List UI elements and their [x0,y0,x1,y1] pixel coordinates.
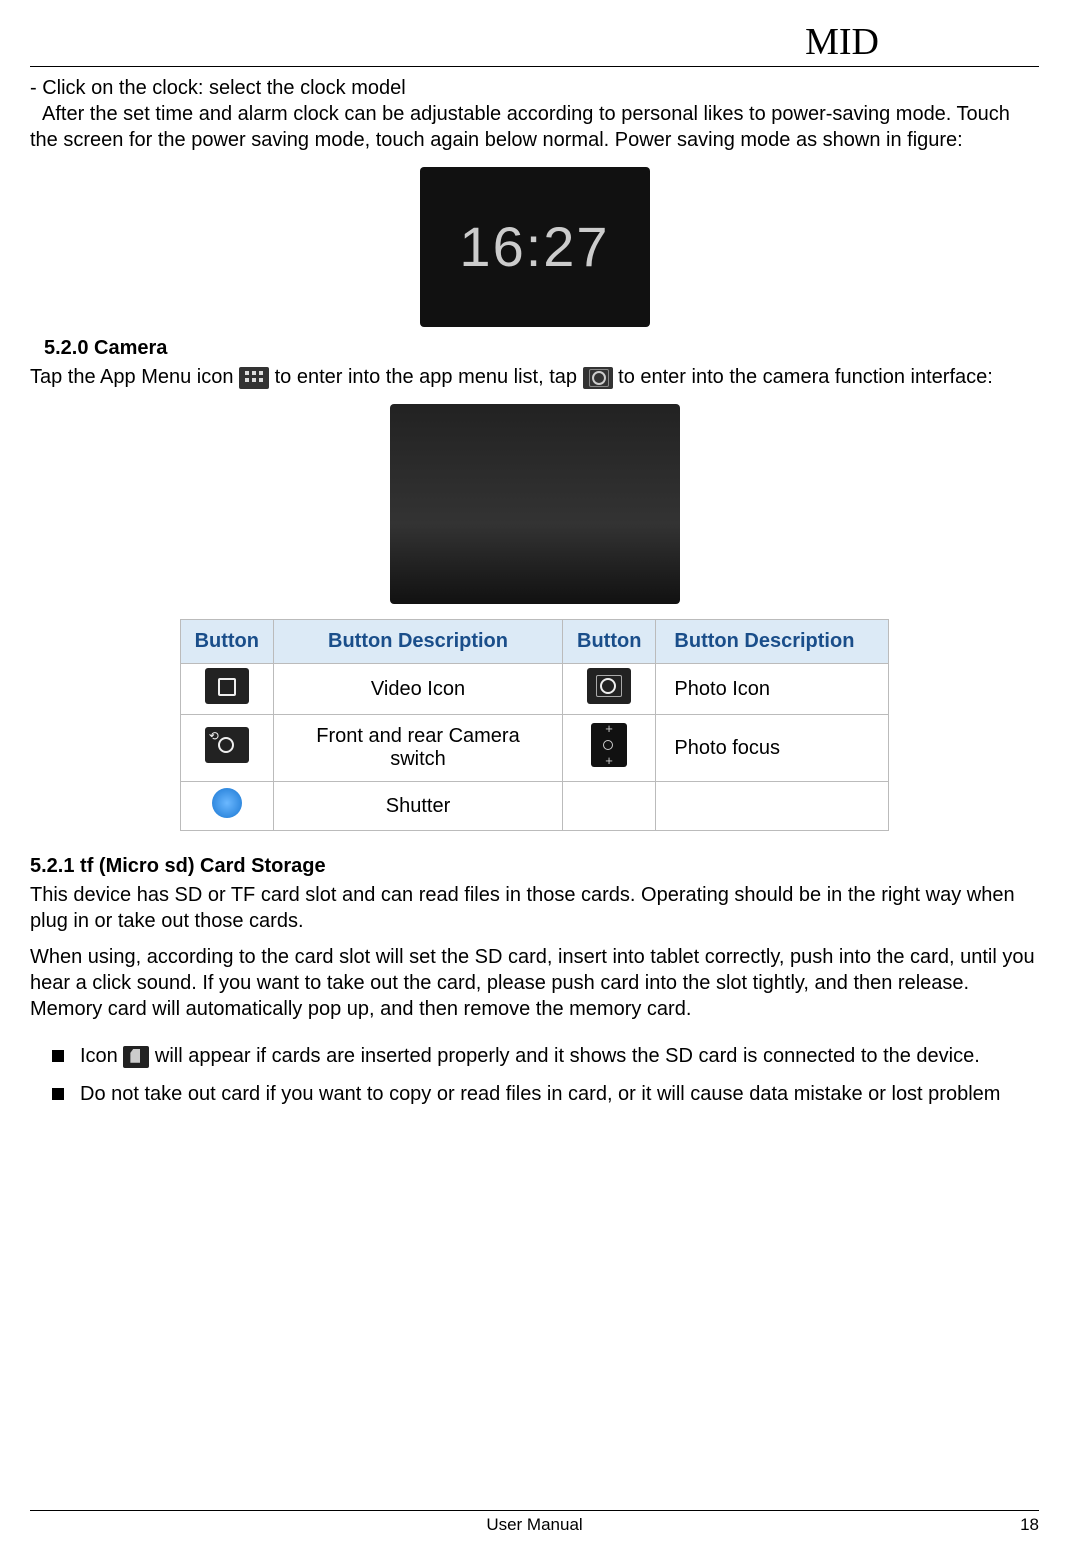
page-number: 18 [999,1515,1039,1535]
cell-desc: Video Icon [274,664,563,715]
list-item: Do not take out card if you want to copy… [58,1078,1039,1110]
bullet-1b: will appear if cards are inserted proper… [155,1045,980,1067]
footer-rule [30,1510,1039,1511]
camera-text-b: to enter into the app menu list, tap [275,366,583,388]
sd-bullet-list: Icon will appear if cards are inserted p… [30,1040,1039,1110]
camera-screenshot [390,404,680,604]
th-button-2: Button [563,620,656,664]
camera-instruction: Tap the App Menu icon to enter into the … [30,364,1039,390]
table-row: Front and rear Camera switch Photo focus [180,715,889,782]
header-rule [30,66,1039,67]
app-menu-icon [239,367,269,389]
page-header: MID [30,20,1039,64]
clock-screenshot: 16:27 [420,167,650,327]
th-button-1: Button [180,620,273,664]
cell-empty [563,782,656,831]
photo-icon [587,668,631,704]
cell-desc: Front and rear Camera switch [274,715,563,782]
th-desc-1: Button Description [274,620,563,664]
document-page: MID - Click on the clock: select the clo… [0,0,1069,1549]
video-icon [205,668,249,704]
cell-empty [656,782,889,831]
cell-desc: Photo focus [656,715,889,782]
heading-camera: 5.2.0 Camera [44,337,1039,360]
camera-text-c: to enter into the camera function interf… [618,366,993,388]
heading-sd: 5.2.1 tf (Micro sd) Card Storage [30,855,1039,878]
sd-para-2: When using, according to the card slot w… [30,944,1039,1022]
clock-figure: 16:27 [30,167,1039,327]
shutter-icon [210,786,244,820]
intro-line-1: - Click on the clock: select the clock m… [30,75,1039,101]
cell-desc: Photo Icon [656,664,889,715]
camera-switch-icon [205,727,249,763]
table-row: Video Icon Photo Icon [180,664,889,715]
focus-icon [591,723,627,767]
camera-text-a: Tap the App Menu icon [30,366,239,388]
camera-button-table: Button Button Description Button Button … [180,619,890,831]
intro-paragraph: After the set time and alarm clock can b… [30,101,1039,153]
page-footer: User Manual 18 [30,1510,1039,1535]
camera-app-icon [583,367,613,389]
table-header-row: Button Button Description Button Button … [180,620,889,664]
sd-para-1: This device has SD or TF card slot and c… [30,882,1039,934]
bullet-1a: Icon [80,1045,123,1067]
camera-figure [30,404,1039,609]
table-row: Shutter [180,782,889,831]
list-item: Icon will appear if cards are inserted p… [58,1040,1039,1072]
sd-card-icon [123,1046,149,1068]
footer-title: User Manual [70,1515,999,1535]
th-desc-2: Button Description [656,620,889,664]
cell-desc: Shutter [274,782,563,831]
